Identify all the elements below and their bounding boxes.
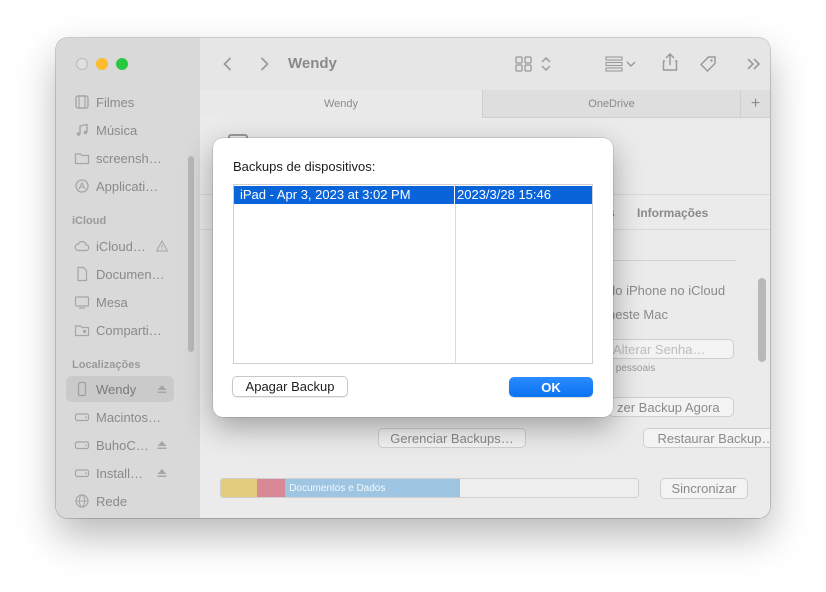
backup-date-cell: 2023/3/28 15:46: [457, 187, 551, 202]
phone-icon: [77, 381, 87, 397]
add-tab-button[interactable]: +: [741, 90, 770, 118]
sync-button[interactable]: Sincronizar: [660, 478, 748, 499]
disk-icon: [74, 469, 90, 478]
sidebar-item-label: Música: [96, 122, 138, 138]
more-chevron-icon[interactable]: [744, 54, 764, 74]
forward-chevron-icon[interactable]: [254, 54, 274, 74]
eject-icon[interactable]: [156, 383, 168, 395]
divider: [608, 260, 736, 261]
sidebar-item-label: Mesa: [96, 294, 128, 310]
window-controls: [76, 58, 128, 70]
tab-bar: Wendy OneDrive +: [200, 90, 770, 118]
toolbar: Wendy: [200, 38, 770, 90]
sidebar-item-label: Macintos…: [96, 409, 162, 425]
backups-table[interactable]: iPad - Apr 3, 2023 at 3:02 PM 2023/3/28 …: [233, 184, 593, 364]
sidebar-item-macintosh[interactable]: Macintos…: [66, 404, 174, 430]
desktop-icon: [74, 296, 90, 309]
personal-data-note: s pessoais: [608, 363, 656, 374]
sidebar-item-documents[interactable]: Documen…: [66, 261, 174, 287]
sidebar-item-install[interactable]: Install…: [66, 460, 174, 486]
sidebar-item-label: Applicati…: [96, 178, 159, 194]
sidebar-scrollbar[interactable]: [188, 156, 194, 352]
sidebar-section-icloud: iCloud: [72, 215, 107, 227]
sidebar-item-network[interactable]: Rede: [66, 488, 174, 514]
group-view-icon[interactable]: [604, 54, 624, 74]
music-note-icon: [76, 123, 88, 136]
back-chevron-icon[interactable]: [218, 54, 238, 74]
window-title: Wendy: [288, 55, 337, 72]
delete-backup-button[interactable]: Apagar Backup: [232, 376, 348, 397]
minimize-button[interactable]: [96, 58, 108, 70]
document-icon: [77, 266, 88, 282]
storage-segment-documents: Documentos e Dados: [285, 479, 461, 497]
ok-button[interactable]: OK: [509, 377, 593, 397]
tab-wendy[interactable]: Wendy: [200, 90, 483, 118]
disk-icon: [74, 441, 90, 450]
sidebar-item-label: Documen…: [96, 266, 165, 282]
sidebar-item-wendy[interactable]: Wendy: [66, 376, 174, 402]
grid-view-icon[interactable]: [514, 54, 534, 74]
chevron-down-icon[interactable]: [624, 54, 638, 74]
backups-dialog: Backups de dispositivos: iPad - Apr 3, 2…: [213, 138, 613, 417]
sidebar-item-label: Rede: [96, 493, 128, 509]
backup-mac-option[interactable]: neste Mac: [608, 307, 668, 322]
tab-onedrive[interactable]: OneDrive: [483, 90, 741, 118]
backup-now-button[interactable]: zer Backup Agora: [608, 397, 734, 417]
globe-icon: [75, 494, 89, 508]
sidebar-item-label: BuhoC…: [96, 437, 149, 453]
folder-icon: [74, 153, 90, 165]
eject-icon[interactable]: [156, 439, 168, 451]
table-row[interactable]: iPad - Apr 3, 2023 at 3:02 PM 2023/3/28 …: [234, 186, 592, 204]
sidebar-section-locations: Localizações: [72, 359, 141, 371]
sidebar-item-label: Wendy: [96, 381, 137, 397]
sidebar-item-desktop[interactable]: Mesa: [66, 289, 174, 315]
film-icon: [75, 95, 89, 109]
zoom-button[interactable]: [116, 58, 128, 70]
sidebar-item-shared[interactable]: Comparti…: [66, 317, 174, 343]
change-password-button[interactable]: Alterar Senha…: [608, 339, 734, 359]
sidebar-item-icloud-drive[interactable]: iCloud…: [66, 233, 174, 259]
restore-backup-button[interactable]: Restaurar Backup…: [643, 428, 770, 448]
sidebar-item-label: Filmes: [96, 94, 135, 110]
sidebar-item-applications[interactable]: Applicati…: [66, 173, 174, 199]
eject-icon[interactable]: [156, 467, 168, 479]
sidebar-item-musica[interactable]: Música: [66, 117, 174, 143]
content-scrollbar[interactable]: [758, 278, 766, 362]
sidebar-item-buhoc[interactable]: BuhoC…: [66, 432, 174, 458]
sidebar-item-label: Install…: [96, 465, 143, 481]
storage-segment-pink: [257, 479, 286, 497]
sidebar-item-label: screensh…: [96, 150, 162, 166]
sidebar-item-screenshots[interactable]: screensh…: [66, 145, 174, 171]
column-divider: [455, 185, 456, 363]
shared-folder-icon: [74, 325, 90, 337]
tag-icon[interactable]: [698, 54, 718, 74]
sidebar-item-filmes[interactable]: Filmes: [66, 89, 174, 115]
dialog-title: Backups de dispositivos:: [233, 159, 376, 174]
cloud-icon: [74, 241, 90, 252]
sidebar-item-label: iCloud…: [96, 238, 146, 254]
backup-icloud-option[interactable]: do iPhone no iCloud: [608, 283, 725, 298]
storage-bar: Documentos e Dados: [220, 478, 639, 498]
backup-name-cell: iPad - Apr 3, 2023 at 3:02 PM: [234, 186, 455, 204]
applications-icon: [75, 179, 89, 193]
storage-label: Documentos e Dados: [289, 482, 386, 494]
sidebar: Filmes Música screensh… Applicati… iClou…: [56, 38, 200, 518]
share-icon[interactable]: [660, 52, 680, 72]
chevron-updown-icon[interactable]: [536, 54, 556, 74]
close-button[interactable]: [76, 58, 88, 70]
warning-icon: [156, 240, 168, 252]
subtab-informacoes[interactable]: Informações: [637, 206, 708, 220]
sidebar-item-label: Comparti…: [96, 322, 162, 338]
storage-segment-yellow: [221, 479, 258, 497]
manage-backups-button[interactable]: Gerenciar Backups…: [378, 428, 526, 448]
disk-icon: [74, 413, 90, 422]
